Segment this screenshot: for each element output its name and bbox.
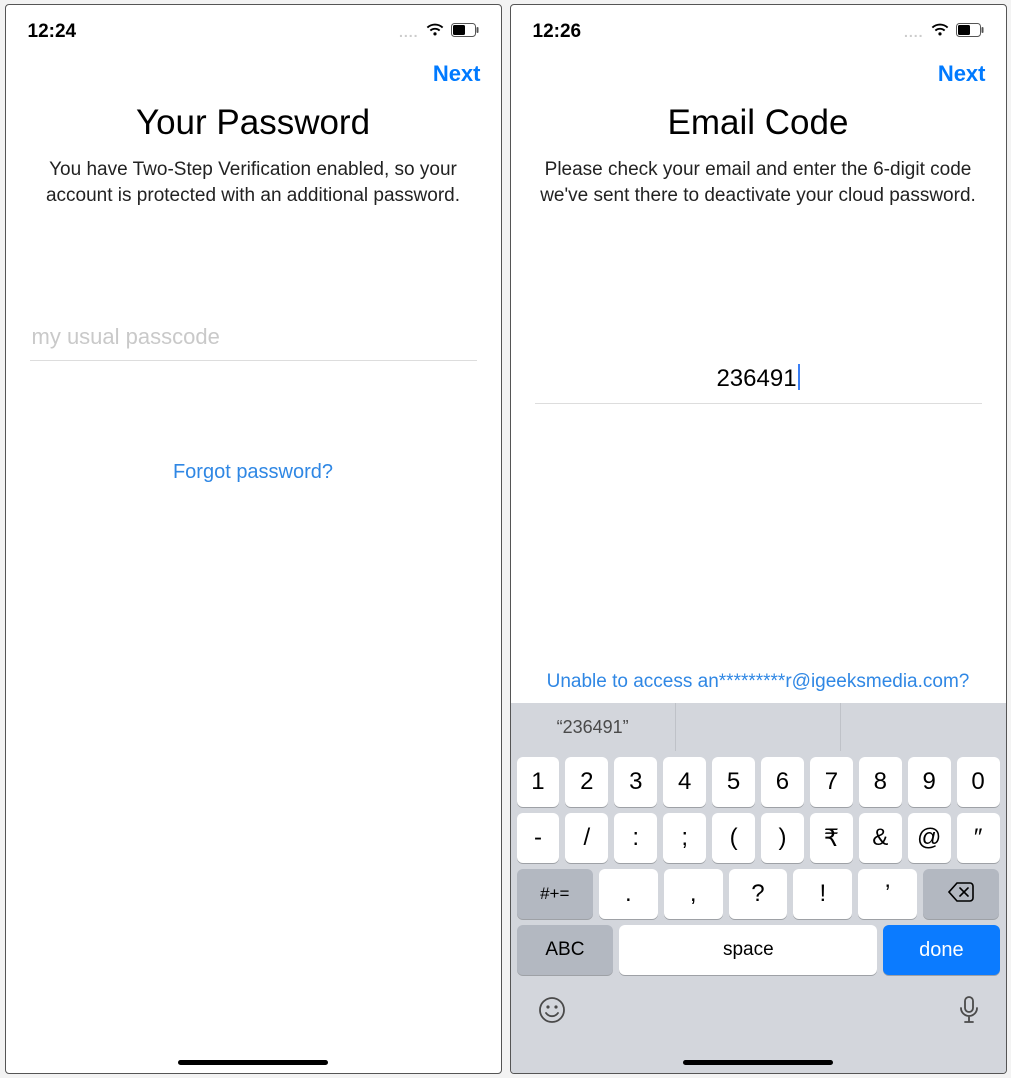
key-period[interactable]: .: [599, 869, 658, 919]
keyboard: “236491” 1 2 3 4 5 6 7 8 9 0 - / : ;: [511, 703, 1006, 1073]
key-4[interactable]: 4: [663, 757, 706, 807]
key-dash[interactable]: -: [517, 813, 560, 863]
key-lparen[interactable]: (: [712, 813, 755, 863]
next-button[interactable]: Next: [938, 61, 986, 87]
key-done[interactable]: done: [883, 925, 999, 975]
key-ampersand[interactable]: &: [859, 813, 902, 863]
keyboard-row-2: - / : ; ( ) ₹ & @ ″: [511, 807, 1006, 863]
status-bar: 12:26 ....: [511, 5, 1006, 49]
wifi-icon: [425, 21, 445, 43]
backspace-icon: [948, 882, 974, 907]
key-quote[interactable]: ″: [957, 813, 1000, 863]
key-rparen[interactable]: ): [761, 813, 804, 863]
forgot-password-link[interactable]: Forgot password?: [6, 461, 501, 484]
page-title: Your Password: [6, 103, 501, 143]
page-title: Email Code: [511, 103, 1006, 143]
key-apostrophe[interactable]: ’: [858, 869, 917, 919]
mic-icon[interactable]: [958, 995, 980, 1025]
keyboard-row-4: ABC space done: [511, 919, 1006, 981]
key-comma[interactable]: ,: [664, 869, 723, 919]
keyboard-suggestion-bar: “236491”: [511, 703, 1006, 751]
key-rupee[interactable]: ₹: [810, 813, 853, 863]
keyboard-footer: [511, 981, 1006, 1025]
screen-email-code: 12:26 .... Next Email Code Please check …: [510, 4, 1007, 1074]
unable-access-link[interactable]: Unable to access an*********r@igeeksmedi…: [511, 661, 1006, 703]
keyboard-row-3: #+= . , ? ! ’: [511, 863, 1006, 919]
key-5[interactable]: 5: [712, 757, 755, 807]
status-bar: 12:24 ....: [6, 5, 501, 49]
key-at[interactable]: @: [908, 813, 951, 863]
code-value: 236491: [716, 365, 796, 392]
key-8[interactable]: 8: [859, 757, 902, 807]
screen-password: 12:24 .... Next Your Password You have T…: [5, 4, 502, 1074]
next-button[interactable]: Next: [433, 61, 481, 87]
nav-bar: Next: [6, 49, 501, 99]
home-indicator[interactable]: [683, 1060, 833, 1065]
wifi-icon: [930, 21, 950, 43]
nav-bar: Next: [511, 49, 1006, 99]
code-input[interactable]: 236491: [535, 358, 982, 403]
emoji-icon[interactable]: [537, 995, 567, 1025]
key-3[interactable]: 3: [614, 757, 657, 807]
page-subtitle: Please check your email and enter the 6-…: [511, 143, 1006, 208]
keyboard-suggestion-empty[interactable]: [841, 703, 1005, 751]
key-exclaim[interactable]: !: [793, 869, 852, 919]
key-1[interactable]: 1: [517, 757, 560, 807]
signal-dots-icon: ....: [904, 24, 924, 40]
key-slash[interactable]: /: [565, 813, 608, 863]
password-field-wrap: [30, 318, 477, 361]
status-right: ....: [904, 21, 984, 43]
keyboard-row-1: 1 2 3 4 5 6 7 8 9 0: [511, 751, 1006, 807]
key-colon[interactable]: :: [614, 813, 657, 863]
key-space[interactable]: space: [619, 925, 877, 975]
key-backspace[interactable]: [923, 869, 999, 919]
password-input[interactable]: [30, 318, 477, 360]
key-6[interactable]: 6: [761, 757, 804, 807]
keyboard-suggestion-empty[interactable]: [676, 703, 841, 751]
text-caret: [798, 364, 800, 390]
home-indicator[interactable]: [178, 1060, 328, 1065]
page-subtitle: You have Two-Step Verification enabled, …: [6, 143, 501, 208]
key-9[interactable]: 9: [908, 757, 951, 807]
key-2[interactable]: 2: [565, 757, 608, 807]
key-abc-toggle[interactable]: ABC: [517, 925, 614, 975]
keyboard-suggestion[interactable]: “236491”: [511, 703, 676, 751]
key-7[interactable]: 7: [810, 757, 853, 807]
key-semicolon[interactable]: ;: [663, 813, 706, 863]
key-symbols-toggle[interactable]: #+=: [517, 869, 593, 919]
signal-dots-icon: ....: [399, 24, 419, 40]
battery-icon: [956, 21, 984, 43]
battery-icon: [451, 21, 479, 43]
key-0[interactable]: 0: [957, 757, 1000, 807]
status-time: 12:24: [28, 21, 77, 43]
status-right: ....: [399, 21, 479, 43]
status-time: 12:26: [533, 21, 582, 43]
code-field-wrap[interactable]: 236491: [535, 358, 982, 404]
key-question[interactable]: ?: [729, 869, 788, 919]
